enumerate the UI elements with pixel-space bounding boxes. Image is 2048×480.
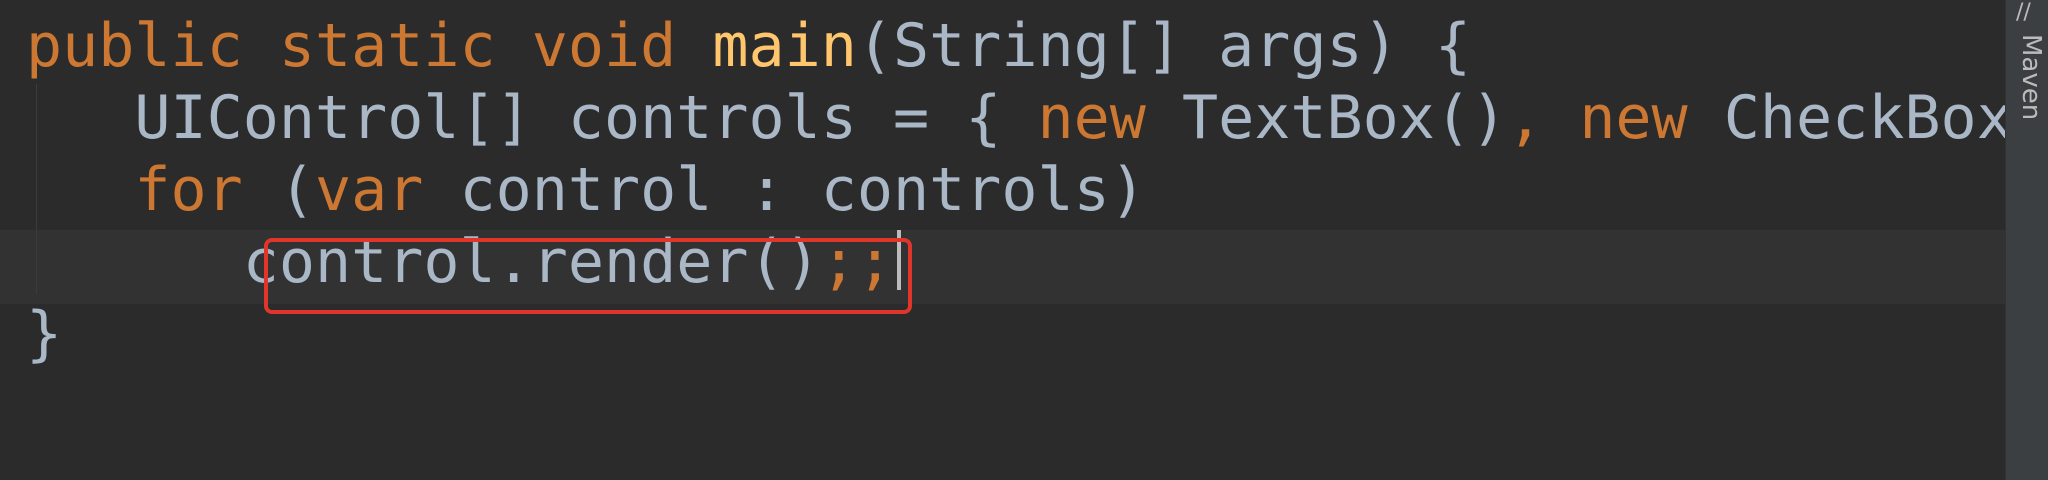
code-line[interactable]: } xyxy=(26,298,2006,370)
code-token: UIControl[] controls = { xyxy=(26,83,1038,153)
code-line[interactable]: public static void main(String[] args) { xyxy=(26,10,2006,82)
code-token: (String[] args) { xyxy=(856,11,1471,81)
code-line[interactable]: UIControl[] controls = { new TextBox(), … xyxy=(26,82,2006,154)
code-text[interactable]: public static void main(String[] args) {… xyxy=(26,10,2006,370)
text-caret xyxy=(896,230,901,290)
code-token: public static void xyxy=(26,11,713,81)
right-tool-window-bar: // Maven xyxy=(2005,0,2048,480)
code-token: control.render() xyxy=(26,227,821,297)
code-token: for xyxy=(134,155,243,225)
code-token: control : controls) xyxy=(423,155,1146,225)
maven-tab-label: Maven xyxy=(2016,34,2046,121)
code-line[interactable]: for (var control : controls) xyxy=(26,154,2006,226)
code-token: ;; xyxy=(820,227,893,297)
code-token: ( xyxy=(242,155,315,225)
code-token: new xyxy=(1037,83,1146,153)
code-token: new xyxy=(1579,83,1688,153)
code-token: CheckBox xyxy=(1687,83,2006,153)
code-token: main xyxy=(712,11,857,81)
code-token: var xyxy=(315,155,424,225)
maven-icon: // xyxy=(2016,0,2031,25)
code-token: , xyxy=(1507,83,1544,153)
code-token: } xyxy=(26,299,63,369)
maven-tool-window-tab[interactable]: // Maven xyxy=(2012,0,2048,170)
code-editor[interactable]: public static void main(String[] args) {… xyxy=(0,0,2006,480)
code-token: TextBox() xyxy=(1145,83,1508,153)
code-line[interactable]: control.render();; xyxy=(26,226,2006,298)
